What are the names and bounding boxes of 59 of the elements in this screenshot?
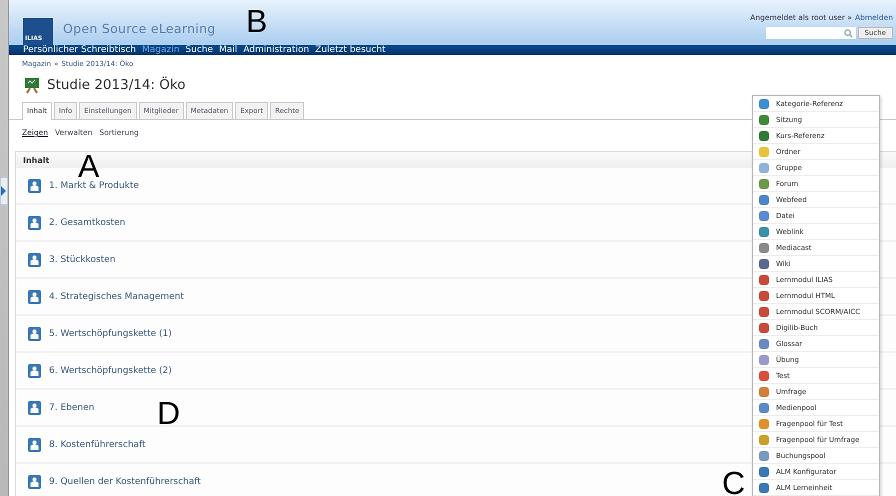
tile-icon: [759, 482, 769, 492]
tile-icon: [759, 210, 769, 220]
annotation-letter: A: [78, 150, 100, 182]
tile-icon: [759, 98, 769, 108]
content-link[interactable]: 4. Strategisches Management: [49, 292, 184, 302]
tile-icon: [759, 226, 769, 236]
nav-item[interactable]: Persönlicher Schreibtisch: [23, 45, 136, 55]
tile-icon: [759, 130, 769, 140]
tile-icon: [759, 386, 769, 396]
tile-icon: [759, 178, 769, 188]
tile-icon: [759, 242, 769, 252]
tile-icon: [759, 194, 769, 204]
tile-icon: [759, 290, 769, 300]
tile-icon: [759, 466, 769, 476]
module-icon: [28, 252, 41, 266]
tile-icon: [759, 322, 769, 332]
nav-item[interactable]: Zuletzt besucht: [315, 45, 386, 55]
board-icon: [23, 76, 41, 94]
content-link[interactable]: 1. Markt & Produkte: [49, 180, 139, 190]
side-panel-arrow-icon[interactable]: [0, 177, 8, 205]
search-field[interactable]: [766, 27, 856, 39]
module-icon: [28, 326, 41, 340]
nav-item[interactable]: Magazin: [142, 45, 180, 55]
search-icon: [844, 28, 853, 38]
tile-icon: [759, 274, 769, 284]
annotation-letter: B: [246, 5, 268, 37]
content-link[interactable]: 3. Stückkosten: [49, 254, 116, 264]
tile-icon: [759, 450, 769, 460]
module-icon: [28, 178, 41, 192]
nav-item[interactable]: Suche: [185, 45, 214, 55]
nav-item[interactable]: Mail: [219, 45, 238, 55]
module-icon: [28, 216, 41, 230]
tile-icon: [759, 306, 769, 316]
content-link[interactable]: 9. Quellen der Kostenführerschaft: [49, 476, 201, 486]
tile-icon: [759, 370, 769, 380]
annotation-letter: C: [722, 467, 746, 496]
annotation-letter: D: [157, 397, 180, 429]
tile-icon: [759, 402, 769, 412]
content-link[interactable]: 2. Gesamtkosten: [49, 218, 126, 228]
nav-item[interactable]: Administration: [243, 45, 310, 55]
content-link[interactable]: 5. Wertschöpfungskette (1): [49, 328, 172, 338]
module-icon: [28, 474, 41, 488]
tile-icon: [759, 258, 769, 268]
module-icon: [28, 290, 41, 304]
page-title: Studie 2013/14: Öko: [47, 77, 186, 93]
tile-icon: [759, 354, 769, 364]
tile-icon: [759, 338, 769, 348]
module-icon: [28, 364, 41, 378]
content-link[interactable]: 8. Kostenführerschaft: [49, 440, 146, 450]
tile-icon: [759, 434, 769, 444]
module-icon: [28, 438, 41, 452]
module-icon: [28, 400, 41, 414]
tile-icon: [759, 162, 769, 172]
content-link[interactable]: 7. Ebenen: [49, 402, 94, 412]
site-title: Open Source eLearning: [63, 21, 216, 36]
content-link[interactable]: 6. Wertschöpfungskette (2): [49, 366, 172, 376]
tile-icon: [759, 418, 769, 428]
tile-icon: [759, 146, 769, 156]
tile-icon: [759, 114, 769, 124]
